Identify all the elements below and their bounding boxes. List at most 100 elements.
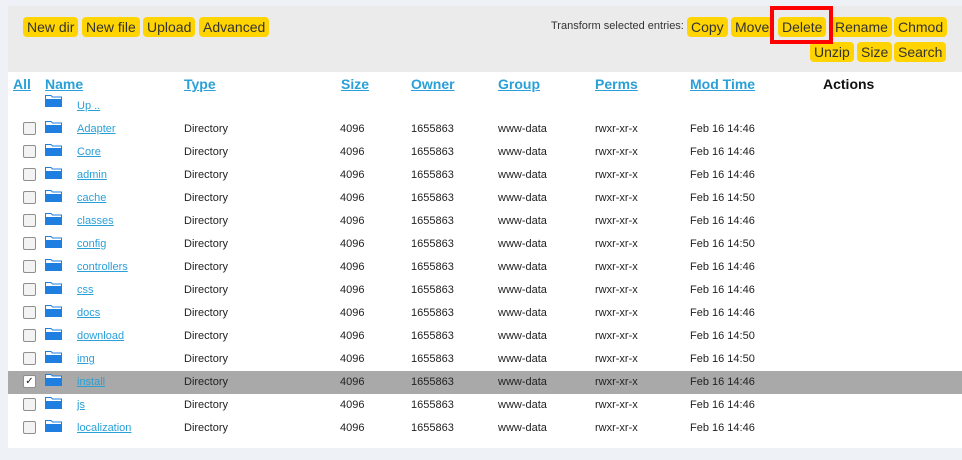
- file-size: 4096: [340, 146, 365, 158]
- file-manager-panel: New dir New file Upload Advanced Transfo…: [8, 6, 962, 448]
- file-perms: rwxr-xr-x: [595, 238, 638, 250]
- group-column-header[interactable]: Group: [498, 76, 540, 92]
- file-name-link[interactable]: docs: [77, 302, 100, 325]
- file-group: www-data: [498, 215, 547, 227]
- file-perms: rwxr-xr-x: [595, 422, 638, 434]
- select-all-link[interactable]: All: [13, 76, 31, 92]
- file-group: www-data: [498, 422, 547, 434]
- rename-button[interactable]: Rename: [831, 17, 892, 37]
- new-dir-button[interactable]: New dir: [23, 17, 79, 37]
- file-owner: 1655863: [411, 169, 454, 181]
- mod-time-column-header[interactable]: Mod Time: [690, 76, 755, 92]
- row-checkbox[interactable]: [23, 421, 36, 434]
- file-name-link[interactable]: cache: [77, 187, 106, 210]
- file-owner: 1655863: [411, 238, 454, 250]
- file-mod-time: Feb 16 14:46: [690, 215, 755, 227]
- file-type: Directory: [184, 215, 229, 227]
- up-directory-link[interactable]: Up ..: [77, 100, 100, 112]
- row-checkbox[interactable]: [23, 306, 36, 319]
- file-name-link[interactable]: config: [77, 233, 106, 256]
- file-mod-time: Feb 16 14:50: [690, 353, 755, 365]
- file-name-link[interactable]: install: [77, 371, 105, 394]
- file-size: 4096: [340, 376, 365, 388]
- row-checkbox[interactable]: [23, 122, 36, 135]
- size-button[interactable]: Size: [857, 42, 893, 62]
- file-name-link[interactable]: img: [77, 348, 95, 371]
- file-size: 4096: [340, 123, 365, 135]
- folder-icon: [45, 236, 62, 248]
- row-checkbox[interactable]: [23, 168, 36, 181]
- row-checkbox[interactable]: [23, 260, 36, 273]
- row-checkbox[interactable]: [23, 329, 36, 342]
- file-perms: rwxr-xr-x: [595, 284, 638, 296]
- chmod-button[interactable]: Chmod: [894, 17, 948, 37]
- file-group: www-data: [498, 192, 547, 204]
- table-row: docs Directory 4096 1655863 www-data rwxr-xr-…: [8, 302, 962, 325]
- file-name-link[interactable]: js: [77, 394, 85, 417]
- file-type: Directory: [184, 330, 229, 342]
- table-row: ✓ install Directory 4096 1655863 www-data rwxr…: [8, 371, 962, 394]
- row-checkbox[interactable]: [23, 145, 36, 158]
- file-owner: 1655863: [411, 422, 454, 434]
- file-owner: 1655863: [411, 192, 454, 204]
- file-mod-time: Feb 16 14:46: [690, 376, 755, 388]
- file-owner: 1655863: [411, 399, 454, 411]
- unzip-button[interactable]: Unzip: [810, 42, 854, 62]
- file-name-link[interactable]: Core: [77, 141, 101, 164]
- type-column-header[interactable]: Type: [184, 76, 216, 92]
- search-button[interactable]: Search: [894, 42, 947, 62]
- folder-icon: [45, 259, 62, 271]
- new-file-button[interactable]: New file: [82, 17, 140, 37]
- file-name-link[interactable]: download: [77, 325, 124, 348]
- row-checkbox[interactable]: [23, 237, 36, 250]
- file-group: www-data: [498, 123, 547, 135]
- file-name-link[interactable]: classes: [77, 210, 114, 233]
- file-type: Directory: [184, 307, 229, 319]
- upload-button[interactable]: Upload: [143, 17, 196, 37]
- delete-button[interactable]: Delete: [778, 17, 827, 37]
- file-mod-time: Feb 16 14:46: [690, 422, 755, 434]
- file-perms: rwxr-xr-x: [595, 399, 638, 411]
- folder-icon: [45, 305, 62, 317]
- file-size: 4096: [340, 284, 365, 296]
- file-mod-time: Feb 16 14:50: [690, 330, 755, 342]
- file-name-link[interactable]: css: [77, 279, 94, 302]
- table-row: admin Directory 4096 1655863 www-data rwxr-xr…: [8, 164, 962, 187]
- file-group: www-data: [498, 353, 547, 365]
- file-perms: rwxr-xr-x: [595, 192, 638, 204]
- row-checkbox[interactable]: ✓: [23, 375, 36, 388]
- size-column-header[interactable]: Size: [341, 76, 369, 92]
- name-column-header[interactable]: Name: [45, 76, 83, 92]
- row-checkbox[interactable]: [23, 352, 36, 365]
- perms-column-header[interactable]: Perms: [595, 76, 638, 92]
- owner-column-header[interactable]: Owner: [411, 76, 455, 92]
- file-size: 4096: [340, 307, 365, 319]
- folder-icon: [45, 374, 62, 386]
- copy-button[interactable]: Copy: [687, 17, 728, 37]
- row-checkbox[interactable]: [23, 398, 36, 411]
- file-name-link[interactable]: controllers: [77, 256, 128, 279]
- file-name-link[interactable]: localization: [77, 417, 131, 440]
- file-mod-time: Feb 16 14:46: [690, 169, 755, 181]
- file-size: 4096: [340, 353, 365, 365]
- file-mod-time: Feb 16 14:46: [690, 399, 755, 411]
- move-button[interactable]: Move: [731, 17, 774, 37]
- table-row: js Directory 4096 1655863 www-data rwxr-xr-x F…: [8, 394, 962, 417]
- file-group: www-data: [498, 399, 547, 411]
- file-owner: 1655863: [411, 330, 454, 342]
- folder-icon: [45, 121, 62, 133]
- table-row: cache Directory 4096 1655863 www-data rwxr-xr…: [8, 187, 962, 210]
- file-type: Directory: [184, 353, 229, 365]
- file-size: 4096: [340, 422, 365, 434]
- advanced-button[interactable]: Advanced: [199, 17, 270, 37]
- folder-icon: [45, 397, 62, 409]
- file-name-link[interactable]: Adapter: [77, 118, 116, 141]
- file-owner: 1655863: [411, 215, 454, 227]
- row-checkbox[interactable]: [23, 283, 36, 296]
- row-checkbox[interactable]: [23, 214, 36, 227]
- file-group: www-data: [498, 261, 547, 273]
- file-name-link[interactable]: admin: [77, 164, 107, 187]
- file-size: 4096: [340, 238, 365, 250]
- row-checkbox[interactable]: [23, 191, 36, 204]
- folder-icon: [45, 213, 62, 225]
